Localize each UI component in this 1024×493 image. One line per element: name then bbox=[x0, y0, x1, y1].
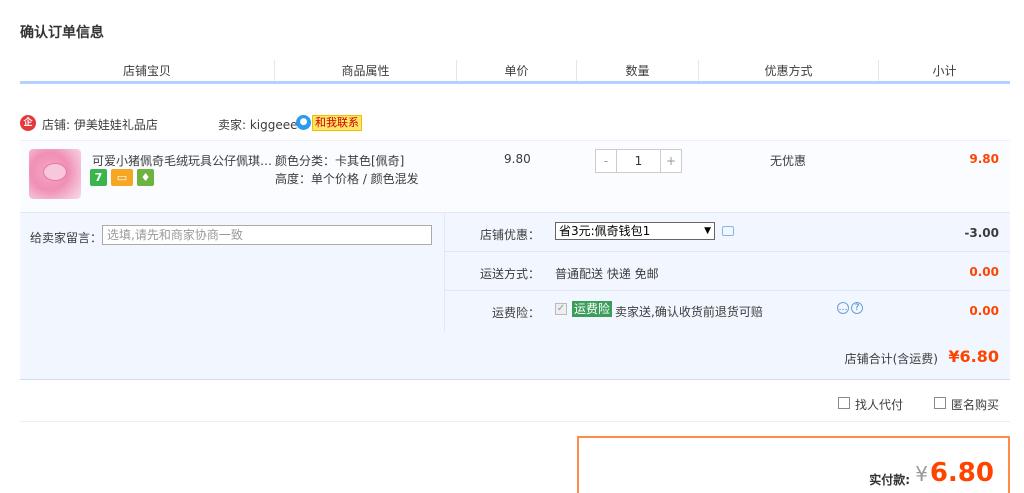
shop-total-label: 店铺合计(含运费) bbox=[844, 352, 938, 366]
shipping-label: 运送方式： bbox=[479, 267, 540, 281]
coupon-line: 店铺优惠： 省3元:佩奇钱包1 ▼ -3.00 bbox=[445, 213, 1010, 252]
dropdown-arrow-icon: ▼ bbox=[704, 226, 711, 236]
shop-badge-icon: 企 bbox=[20, 115, 36, 131]
attr-color: 颜色分类：卡其色[佩奇] bbox=[275, 154, 405, 168]
comment-icon[interactable]: … bbox=[837, 302, 849, 314]
seller-message-input[interactable]: 选填,请先和商家协商一致 bbox=[102, 225, 432, 245]
attr-height: 高度：单个价格 / 颜色混发 bbox=[275, 172, 419, 186]
service-badges: 7 ▭ ♦ bbox=[90, 169, 154, 186]
quantity-input[interactable]: 1 bbox=[616, 150, 661, 172]
qty-increase-button[interactable]: + bbox=[661, 150, 681, 172]
payment-label: 实付款: bbox=[869, 473, 910, 487]
insurance-help: … ? bbox=[837, 302, 863, 314]
safe-guarantee-icon[interactable]: ♦ bbox=[137, 169, 154, 186]
message-section: 给卖家留言： 选填,请先和商家协商一致 bbox=[20, 213, 445, 333]
shipping-value: 普通配送 快递 免邮 bbox=[555, 267, 659, 281]
insurance-checkbox[interactable]: ✓ bbox=[555, 303, 567, 315]
product-title-link[interactable]: 可爱小猪佩奇毛绒玩具公仔佩琪乔治 bbox=[92, 152, 274, 169]
credit-card-icon[interactable]: ▭ bbox=[111, 169, 133, 186]
shop-total-line: 店铺合计(含运费) ¥6.80 bbox=[20, 332, 1010, 380]
insurance-label: 运费险： bbox=[491, 306, 540, 320]
wangwang-chat-icon[interactable]: ● bbox=[296, 115, 311, 130]
seven-day-return-icon[interactable]: 7 bbox=[90, 169, 107, 186]
proxy-pay-label: 找人代付 bbox=[855, 398, 904, 412]
insurance-line: 运费险： ✓ 运费险 卖家送,确认收货前退货可赔 … ? 0.00 bbox=[445, 291, 1010, 330]
quantity-stepper: - 1 + bbox=[595, 149, 682, 173]
col-header-quantity: 数量 bbox=[577, 60, 699, 81]
col-header-attributes: 商品属性 bbox=[275, 60, 457, 81]
payment-currency: ¥ bbox=[915, 462, 928, 486]
col-header-shop-item: 店铺宝贝 bbox=[20, 60, 275, 81]
insurance-text: 卖家送,确认收货前退货可赔 bbox=[615, 305, 763, 319]
anonymous-checkbox[interactable] bbox=[934, 397, 946, 409]
insurance-tag: 运费险 bbox=[572, 301, 613, 317]
shop-total-amount: ¥6.80 bbox=[948, 347, 999, 366]
coupon-label: 店铺优惠： bbox=[479, 228, 540, 242]
message-label: 给卖家留言： bbox=[30, 231, 103, 245]
item-subtotal: 9.80 bbox=[969, 152, 999, 166]
help-question-icon[interactable]: ? bbox=[851, 302, 863, 314]
shop-line: 企 店铺: 伊美娃娃礼品店 卖家: kiggeee ● 和我联系 bbox=[20, 114, 1010, 134]
contact-seller-button[interactable]: 和我联系 bbox=[312, 115, 362, 131]
unit-price: 9.80 bbox=[504, 152, 531, 166]
col-header-subtotal: 小计 bbox=[932, 64, 957, 78]
coupon-amount: -3.00 bbox=[964, 226, 999, 240]
payment-summary: 实付款: ¥ 6.80 bbox=[577, 436, 1010, 493]
proxy-pay-checkbox[interactable] bbox=[838, 397, 850, 409]
divider bbox=[20, 421, 1010, 422]
qty-decrease-button[interactable]: - bbox=[596, 150, 616, 172]
shipping-amount: 0.00 bbox=[969, 265, 999, 279]
shop-name[interactable]: 店铺: 伊美娃娃礼品店 bbox=[42, 116, 158, 133]
coupon-select[interactable]: 省3元:佩奇钱包1 ▼ bbox=[555, 222, 715, 240]
anonymous-label: 匿名购买 bbox=[951, 398, 1000, 412]
discount-value: 无优惠 bbox=[770, 154, 807, 168]
table-header: 店铺宝贝 商品属性 单价 数量 优惠方式 小计 bbox=[20, 60, 1010, 84]
page-title: 确认订单信息 bbox=[20, 25, 104, 41]
shipping-line: 运送方式： 普通配送 快递 免邮 0.00 bbox=[445, 252, 1010, 291]
product-thumbnail[interactable] bbox=[29, 149, 81, 199]
col-header-discount: 优惠方式 bbox=[699, 60, 879, 81]
col-header-unit-price: 单价 bbox=[457, 60, 577, 81]
comment-icon[interactable] bbox=[722, 226, 734, 236]
insurance-amount: 0.00 bbox=[969, 304, 999, 318]
coupon-selected-value: 省3元:佩奇钱包1 bbox=[559, 224, 651, 238]
order-item-row: 可爱小猪佩奇毛绒玩具公仔佩琪乔治 7 ▭ ♦ 颜色分类：卡其色[佩奇] 高度：单… bbox=[20, 140, 1010, 212]
payment-amount: 6.80 bbox=[929, 458, 994, 488]
seller-name: 卖家: kiggeee bbox=[218, 118, 298, 132]
order-extras-panel: 给卖家留言： 选填,请先和商家协商一致 店铺优惠： 省3元:佩奇钱包1 ▼ -3… bbox=[20, 212, 1010, 333]
